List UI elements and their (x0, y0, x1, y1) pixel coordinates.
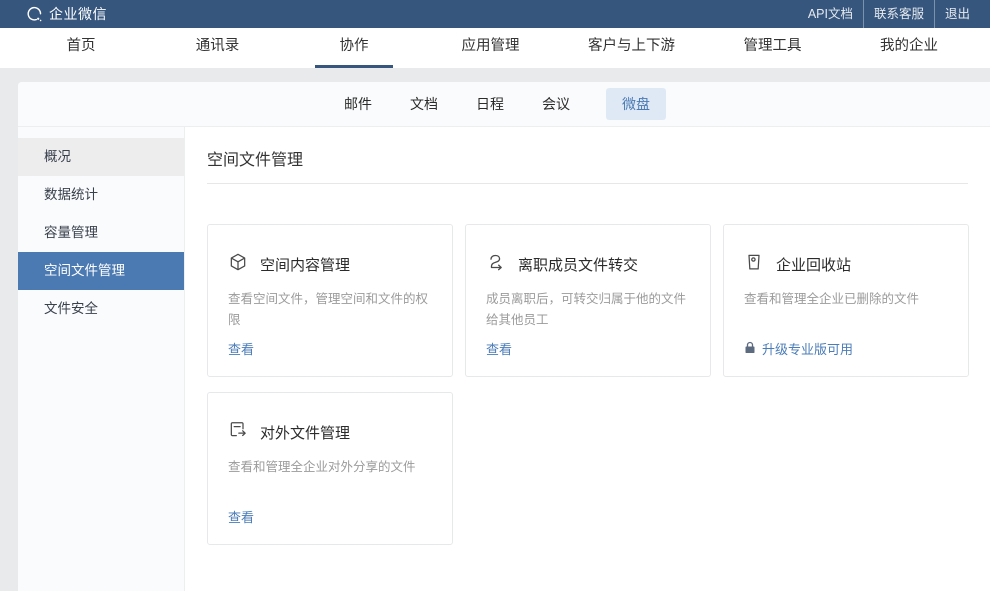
transfer-icon (486, 252, 506, 277)
subtab-calendar[interactable]: 日程 (474, 88, 506, 120)
recycle-bin-icon (744, 252, 764, 277)
sidebar-item-statistics[interactable]: 数据统计 (18, 176, 184, 214)
card-title: 对外文件管理 (260, 422, 350, 443)
main-nav: 首页 通讯录 协作 应用管理 客户与上下游 管理工具 我的企业 (0, 28, 990, 68)
feature-cards: 空间内容管理 查看空间文件，管理空间和文件的权限 查看 (207, 224, 968, 545)
card-title: 企业回收站 (776, 254, 851, 275)
card-description: 查看和管理全企业对外分享的文件 (228, 457, 432, 478)
page-title: 空间文件管理 (207, 146, 968, 170)
card-title: 空间内容管理 (260, 254, 350, 275)
nav-item-apps[interactable]: 应用管理 (452, 28, 530, 68)
api-docs-link[interactable]: API文档 (798, 0, 863, 28)
topbar-links: API文档 联系客服 退出 (798, 0, 980, 28)
wechat-work-logo-icon (26, 6, 43, 23)
sidebar-item-capacity[interactable]: 容量管理 (18, 214, 184, 252)
subtab-mail[interactable]: 邮件 (342, 88, 374, 120)
logout-link[interactable]: 退出 (934, 0, 980, 28)
nav-item-my-company[interactable]: 我的企业 (870, 28, 948, 68)
subtab-docs[interactable]: 文档 (408, 88, 440, 120)
nav-item-home[interactable]: 首页 (42, 28, 120, 68)
document-share-icon (228, 420, 248, 445)
brand-name: 企业微信 (49, 4, 107, 24)
nav-item-customers[interactable]: 客户与上下游 (588, 28, 675, 68)
card-description: 查看空间文件，管理空间和文件的权限 (228, 289, 432, 330)
nav-item-collaboration[interactable]: 协作 (315, 28, 393, 68)
drive-sidebar: 概况 数据统计 容量管理 空间文件管理 文件安全 (18, 127, 185, 591)
sidebar-item-file-security[interactable]: 文件安全 (18, 290, 184, 328)
brand: 企业微信 (26, 4, 107, 24)
card-description: 成员离职后，可转交归属于他的文件给其他员工 (486, 289, 690, 330)
view-link-space-content[interactable]: 查看 (228, 339, 432, 358)
contact-support-link[interactable]: 联系客服 (863, 0, 934, 28)
main-content: 空间文件管理 空间内 (185, 127, 990, 591)
lock-icon (744, 341, 756, 357)
topbar: 企业微信 API文档 联系客服 退出 (0, 0, 990, 28)
card-company-recycle-bin: 企业回收站 查看和管理全企业已删除的文件 升级专业版可用 (723, 224, 969, 377)
sidebar-item-overview[interactable]: 概况 (18, 138, 184, 176)
cube-icon (228, 252, 248, 277)
title-divider (207, 183, 968, 184)
page-background: 邮件 文档 日程 会议 微盘 概况 数据统计 容量管理 空间文件管理 文件安全 … (0, 68, 990, 591)
nav-item-contacts[interactable]: 通讯录 (179, 28, 257, 68)
nav-item-admin-tools[interactable]: 管理工具 (734, 28, 812, 68)
content-panel: 邮件 文档 日程 会议 微盘 概况 数据统计 容量管理 空间文件管理 文件安全 … (18, 82, 990, 591)
view-link-file-transfer[interactable]: 查看 (486, 339, 690, 358)
collaboration-subtabs: 邮件 文档 日程 会议 微盘 (18, 82, 990, 127)
card-space-content-management: 空间内容管理 查看空间文件，管理空间和文件的权限 查看 (207, 224, 453, 377)
subtab-drive[interactable]: 微盘 (606, 88, 666, 120)
view-link-external-files[interactable]: 查看 (228, 507, 432, 526)
card-departed-member-file-transfer: 离职成员文件转交 成员离职后，可转交归属于他的文件给其他员工 查看 (465, 224, 711, 377)
subtab-meeting[interactable]: 会议 (540, 88, 572, 120)
card-external-file-management: 对外文件管理 查看和管理全企业对外分享的文件 查看 (207, 392, 453, 545)
upgrade-pro-link[interactable]: 升级专业版可用 (744, 339, 948, 358)
card-description: 查看和管理全企业已删除的文件 (744, 289, 948, 310)
sidebar-item-space-file-management[interactable]: 空间文件管理 (18, 252, 184, 290)
card-title: 离职成员文件转交 (518, 254, 638, 275)
